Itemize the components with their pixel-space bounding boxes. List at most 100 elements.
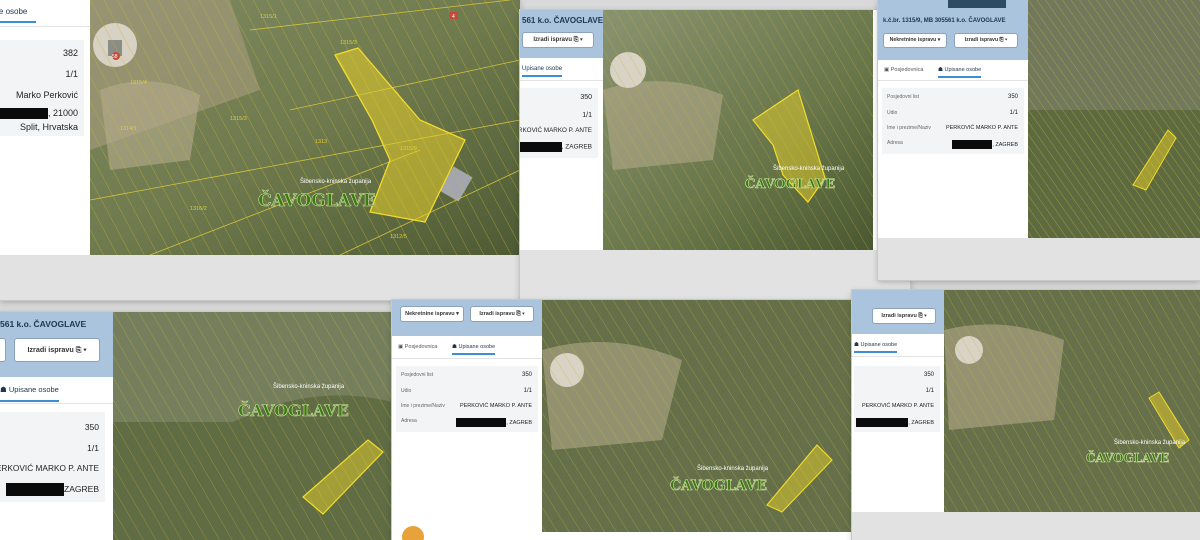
avatar[interactable] bbox=[402, 526, 424, 540]
owner-card: Posjedovni list 350 Udio 1/1 Ime i prezime… bbox=[396, 366, 538, 432]
window-footer bbox=[0, 255, 520, 300]
address-city: Split, Hrvatska bbox=[19, 122, 78, 132]
info-panel: Nekretnine ispravu ▾ Izradi ispravu ⎘ ▾ … bbox=[392, 300, 542, 540]
tab-posjedovnica[interactable]: ▣ Posjedovnica bbox=[398, 344, 437, 350]
owner-card: 350 1/1 PERKOVIĆ MARKO P. ANTE , ZAGREB bbox=[520, 88, 598, 158]
list-value: 350 bbox=[84, 422, 99, 432]
svg-text:1315/1: 1315/1 bbox=[260, 14, 277, 20]
tab-upisane-osobe[interactable]: Upisane osobe bbox=[522, 66, 563, 77]
tab-bar: ☗ Upisane osobe bbox=[0, 377, 113, 404]
list-value: 350 bbox=[923, 372, 934, 378]
tab-label: Upisane osobe bbox=[0, 7, 28, 16]
tab-bar: Upisane osobe bbox=[520, 58, 603, 81]
nekretnine-ispravu-button[interactable]: Nekretnine ispravu ▾ bbox=[883, 33, 947, 48]
tab-bar: ☗ Upisane osobe bbox=[852, 334, 944, 357]
page-title: 561 k.o. ČAVOGLAVE bbox=[0, 319, 87, 329]
page-title: k.č.br. 1315/9, MB 305561 k.o. ČAVOGLAVE bbox=[883, 18, 1006, 24]
map-town-label: ČAVOGLAVE bbox=[1086, 449, 1169, 465]
map-view[interactable]: Šibensko-kninska županija ČAVOGLAVE 1315… bbox=[90, 0, 520, 255]
map-view[interactable]: Šibensko-kninska županija ČAVOGLAVE bbox=[944, 290, 1200, 512]
tab-posjedovnica[interactable]: ▣ Posjedovnica bbox=[884, 67, 923, 73]
owner-card: 350 1/1 PERKOVIĆ MARKO P. ANTE ZAGREB bbox=[0, 412, 105, 502]
svg-text:1313: 1313 bbox=[315, 139, 327, 145]
top-dark-button[interactable] bbox=[948, 0, 1006, 8]
redaction-bar bbox=[456, 418, 507, 427]
owner-card: Posjedovni list 350 Udio 1/1 Ime i prezime… bbox=[882, 88, 1024, 154]
name-value: PERKOVIĆ MARKO P. ANTE bbox=[945, 125, 1018, 131]
name-label: Ime i prezime/Naziv bbox=[401, 403, 445, 409]
svg-text:1315/3: 1315/3 bbox=[340, 40, 357, 46]
svg-text:1315/3: 1315/3 bbox=[230, 116, 247, 122]
map-view[interactable]: Šibensko-kninska županija ČAVOGLAVE bbox=[603, 10, 873, 250]
screenshot-window-3: k.č.br. 1315/9, MB 305561 k.o. ČAVOGLAVE… bbox=[878, 0, 1200, 280]
map-county-label: Šibensko-kninska županija bbox=[273, 383, 345, 390]
share-value: 1/1 bbox=[87, 443, 99, 453]
izradi-ispravu-button[interactable]: Izradi ispravu ⎘ ▾ bbox=[14, 338, 100, 362]
address-label: Adresa bbox=[401, 418, 417, 424]
tab-upisane-osobe[interactable]: ☗ Upisane osobe bbox=[452, 344, 496, 355]
map-town-label: ČAVOGLAVE bbox=[745, 175, 835, 192]
nekretnine-ispravu-button[interactable]: Nekretnine ispravu ▾ bbox=[400, 306, 464, 322]
map-county-label: Šibensko-kninska županija bbox=[1114, 439, 1186, 446]
owner-card: 382 1/1 Marko Perković , 21000 Split, Hr… bbox=[0, 40, 84, 136]
address-value: , 21000 bbox=[0, 108, 78, 120]
share-value: 1/1 bbox=[65, 69, 78, 79]
share-value: 1/1 bbox=[582, 112, 592, 119]
list-value: 350 bbox=[1007, 94, 1018, 100]
redaction-bar bbox=[952, 140, 993, 149]
share-value: 1/1 bbox=[1009, 110, 1018, 116]
screenshot-window-4: 561 k.o. ČAVOGLAVE Izradi ispravu ⎘ ▾ ☗ … bbox=[0, 312, 392, 540]
info-panel: Izradi ispravu ⎘ ▾ ☗ Upisane osobe 350 1… bbox=[852, 290, 944, 512]
address-value: , ZAGREB bbox=[856, 418, 934, 427]
page-title: 561 k.o. ČAVOGLAVE bbox=[522, 16, 603, 25]
share-value: 1/1 bbox=[925, 388, 934, 394]
izradi-ispravu-button[interactable]: Izradi ispravu ⎘ ▾ bbox=[872, 308, 936, 324]
izradi-ispravu-button[interactable]: Izradi ispravu ⎘ ▾ bbox=[522, 32, 594, 48]
tab-bar: ▣ Posjedovnica ☗ Upisane osobe bbox=[392, 336, 542, 359]
list-label: Posjedovni list bbox=[887, 94, 919, 100]
redaction-bar bbox=[856, 418, 909, 427]
svg-text:1314/1: 1314/1 bbox=[120, 126, 137, 132]
info-panel: Upisane osobe 382 1/1 Marko Perković , 2… bbox=[0, 0, 90, 255]
redaction-bar bbox=[0, 108, 48, 120]
list-label: Posjedovni list bbox=[401, 372, 433, 378]
redaction-bar bbox=[6, 483, 65, 496]
svg-text:1312/5: 1312/5 bbox=[390, 234, 407, 240]
map-view[interactable]: Šibensko-kninska županija ČAVOGLAVE bbox=[113, 312, 392, 540]
izradi-ispravu-button[interactable]: Izradi ispravu ⎘ ▾ bbox=[470, 306, 534, 322]
info-panel: 561 k.o. ČAVOGLAVE Izradi ispravu ⎘ ▾ Up… bbox=[520, 10, 603, 250]
share-value: 1/1 bbox=[523, 388, 532, 394]
window-footer bbox=[852, 512, 1200, 540]
map-town-label: ČAVOGLAVE bbox=[258, 190, 376, 211]
panel-header: Izradi ispravu ⎘ ▾ bbox=[852, 290, 944, 334]
tab-upisane-osobe[interactable]: ☗ Upisane osobe bbox=[854, 342, 898, 353]
screenshot-window-2: 561 k.o. ČAVOGLAVE Izradi ispravu ⎘ ▾ Up… bbox=[520, 10, 910, 302]
tab-bar: Upisane osobe bbox=[0, 0, 90, 27]
screenshot-window-5: Nekretnine ispravu ▾ Izradi ispravu ⎘ ▾ … bbox=[392, 300, 852, 540]
tab-upisane-osobe[interactable]: ☗ Upisane osobe bbox=[0, 385, 59, 402]
map-view[interactable]: Šibensko-kninska županija ČAVOGLAVE bbox=[542, 300, 852, 532]
svg-text:1316/2: 1316/2 bbox=[190, 206, 207, 212]
map-town-label: ČAVOGLAVE bbox=[238, 400, 349, 420]
share-label: Udio bbox=[401, 388, 412, 394]
nekretnine-button[interactable] bbox=[0, 338, 6, 362]
screenshot-window-1: Upisane osobe 382 1/1 Marko Perković , 2… bbox=[0, 0, 520, 300]
house-number: 58 bbox=[112, 54, 118, 60]
info-panel: k.č.br. 1315/9, MB 305561 k.o. ČAVOGLAVE… bbox=[878, 0, 1028, 238]
address-value: , ZAGREB bbox=[520, 142, 592, 152]
owner-card: 350 1/1 PERKOVIĆ MARKO P. ANTE , ZAGREB bbox=[854, 366, 940, 432]
map-county-label: Šibensko-kninska županija bbox=[300, 178, 372, 185]
list-value: 350 bbox=[580, 94, 592, 101]
redaction-bar bbox=[520, 142, 562, 152]
map-view[interactable] bbox=[1028, 0, 1200, 238]
list-value: 382 bbox=[62, 48, 78, 58]
name-value: Marko Perković bbox=[15, 90, 78, 100]
izradi-ispravu-button[interactable]: Izradi ispravu ⎘ ▾ bbox=[954, 33, 1018, 48]
address-value: , ZAGREB bbox=[456, 418, 532, 427]
screenshot-window-6: Izradi ispravu ⎘ ▾ ☗ Upisane osobe 350 1… bbox=[852, 290, 1200, 540]
name-label: Ime i prezime/Naziv bbox=[887, 125, 931, 131]
tab-upisane-osobe[interactable]: Upisane osobe bbox=[0, 7, 36, 23]
panel-header: 561 k.o. ČAVOGLAVE Izradi ispravu ⎘ ▾ bbox=[520, 10, 603, 58]
map-county-label: Šibensko-kninska županija bbox=[697, 465, 769, 472]
tab-upisane-osobe[interactable]: ☗ Upisane osobe bbox=[938, 67, 982, 78]
